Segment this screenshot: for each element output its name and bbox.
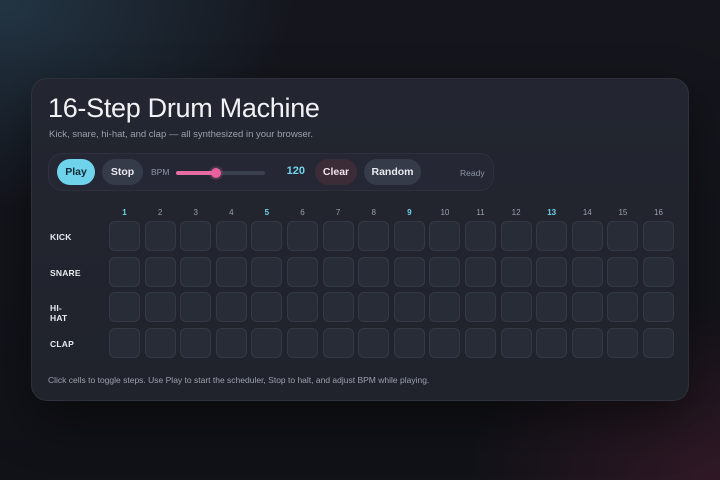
step-cell[interactable] — [465, 327, 496, 358]
track-label-hi-hat: HI-HAT — [50, 303, 68, 324]
step-number: 16 — [654, 208, 663, 217]
step-cell[interactable] — [393, 292, 425, 323]
step-cell[interactable] — [500, 256, 532, 287]
step-cell[interactable] — [536, 327, 568, 358]
step-cell[interactable] — [215, 221, 247, 251]
step-number: 5 — [264, 208, 270, 217]
step-cell[interactable] — [287, 292, 318, 323]
step-number: 9 — [407, 208, 412, 217]
step-cell[interactable] — [251, 292, 283, 323]
step-cell[interactable] — [180, 327, 212, 358]
step-cell[interactable] — [287, 256, 318, 287]
step-cell[interactable] — [144, 221, 176, 251]
drum-machine-panel: 16-Step Drum Machine Kick, snare, hi-hat… — [31, 78, 689, 401]
bpm-slider-fill — [176, 171, 217, 175]
step-cell[interactable] — [180, 256, 212, 287]
step-number: 12 — [511, 208, 521, 217]
step-cell[interactable] — [643, 327, 674, 358]
step-number: 6 — [300, 208, 305, 217]
step-cell[interactable] — [643, 292, 674, 323]
status-text: Ready — [460, 168, 485, 178]
step-cell[interactable] — [180, 221, 212, 251]
step-cell[interactable] — [500, 327, 532, 358]
page-title: 16-Step Drum Machine — [48, 93, 320, 123]
track-label-kick: KICK — [50, 232, 72, 242]
step-cell[interactable] — [322, 292, 354, 323]
step-cell[interactable] — [465, 292, 496, 323]
step-cell[interactable] — [607, 221, 639, 251]
step-number: 8 — [371, 208, 376, 217]
step-cell[interactable] — [465, 221, 496, 251]
step-number: 13 — [547, 208, 557, 217]
step-cell[interactable] — [536, 256, 568, 287]
step-cell[interactable] — [144, 256, 176, 287]
step-cell[interactable] — [358, 327, 390, 358]
step-cell[interactable] — [643, 256, 674, 287]
step-cell[interactable] — [571, 327, 603, 358]
step-cell[interactable] — [358, 256, 390, 287]
step-cell[interactable] — [607, 327, 639, 358]
step-number: 10 — [440, 208, 450, 217]
step-cell[interactable] — [251, 327, 283, 358]
step-cell[interactable] — [607, 256, 639, 287]
step-cell[interactable] — [393, 327, 425, 358]
step-number: 1 — [122, 208, 127, 217]
step-cell[interactable] — [500, 221, 532, 251]
step-number: 3 — [193, 208, 198, 217]
step-cell[interactable] — [358, 221, 390, 251]
step-cell[interactable] — [180, 292, 212, 323]
step-cell[interactable] — [109, 292, 140, 323]
step-cell[interactable] — [429, 221, 461, 251]
bpm-value: 120 — [286, 165, 305, 177]
step-cell[interactable] — [429, 292, 461, 323]
track-label-snare: SNARE — [50, 267, 81, 278]
step-number: 15 — [618, 208, 628, 217]
step-cell[interactable] — [429, 327, 461, 358]
step-cell[interactable] — [393, 221, 425, 251]
step-number: 7 — [335, 208, 341, 217]
step-cell[interactable] — [144, 292, 176, 323]
stop-button[interactable]: Stop — [102, 159, 143, 185]
bpm-slider[interactable] — [176, 168, 265, 178]
step-cell[interactable] — [109, 327, 140, 358]
step-cell[interactable] — [287, 327, 318, 358]
page-subtitle: Kick, snare, hi-hat, and clap — all synt… — [49, 129, 314, 140]
step-cell[interactable] — [536, 221, 568, 251]
step-cell[interactable] — [571, 292, 603, 323]
step-cell[interactable] — [643, 221, 674, 251]
step-cell[interactable] — [215, 327, 247, 358]
step-cell[interactable] — [358, 292, 390, 323]
clear-button[interactable]: Clear — [315, 159, 357, 185]
step-cell[interactable] — [144, 327, 176, 358]
step-cell[interactable] — [215, 256, 247, 287]
step-number: 11 — [476, 208, 485, 217]
step-cell[interactable] — [571, 221, 603, 251]
bpm-label: BPM — [151, 167, 170, 177]
step-number: 4 — [229, 208, 234, 217]
step-cell[interactable] — [251, 221, 283, 251]
step-cell[interactable] — [536, 292, 568, 323]
step-cell[interactable] — [322, 221, 354, 251]
step-cell[interactable] — [251, 256, 283, 287]
step-number: 14 — [582, 208, 592, 217]
step-cell[interactable] — [322, 256, 354, 287]
step-cell[interactable] — [500, 292, 532, 323]
step-cell[interactable] — [287, 221, 318, 251]
step-cell[interactable] — [429, 256, 461, 287]
step-cell[interactable] — [607, 292, 639, 323]
step-cell[interactable] — [571, 256, 603, 287]
step-cell[interactable] — [109, 221, 140, 251]
play-button[interactable]: Play — [57, 159, 95, 185]
bpm-slider-thumb[interactable] — [211, 168, 222, 178]
step-cell[interactable] — [322, 327, 354, 358]
step-cell[interactable] — [465, 256, 496, 287]
track-label-clap: CLAP — [50, 338, 74, 349]
step-cell[interactable] — [109, 256, 140, 287]
random-button[interactable]: Random — [364, 159, 421, 185]
step-cell[interactable] — [215, 292, 247, 323]
step-cell[interactable] — [393, 256, 425, 287]
step-number: 2 — [157, 208, 163, 217]
transport-toolbar: Play Stop BPM 120 Clear Random Ready — [48, 153, 494, 191]
help-text: Click cells to toggle steps. Use Play to… — [48, 375, 430, 385]
